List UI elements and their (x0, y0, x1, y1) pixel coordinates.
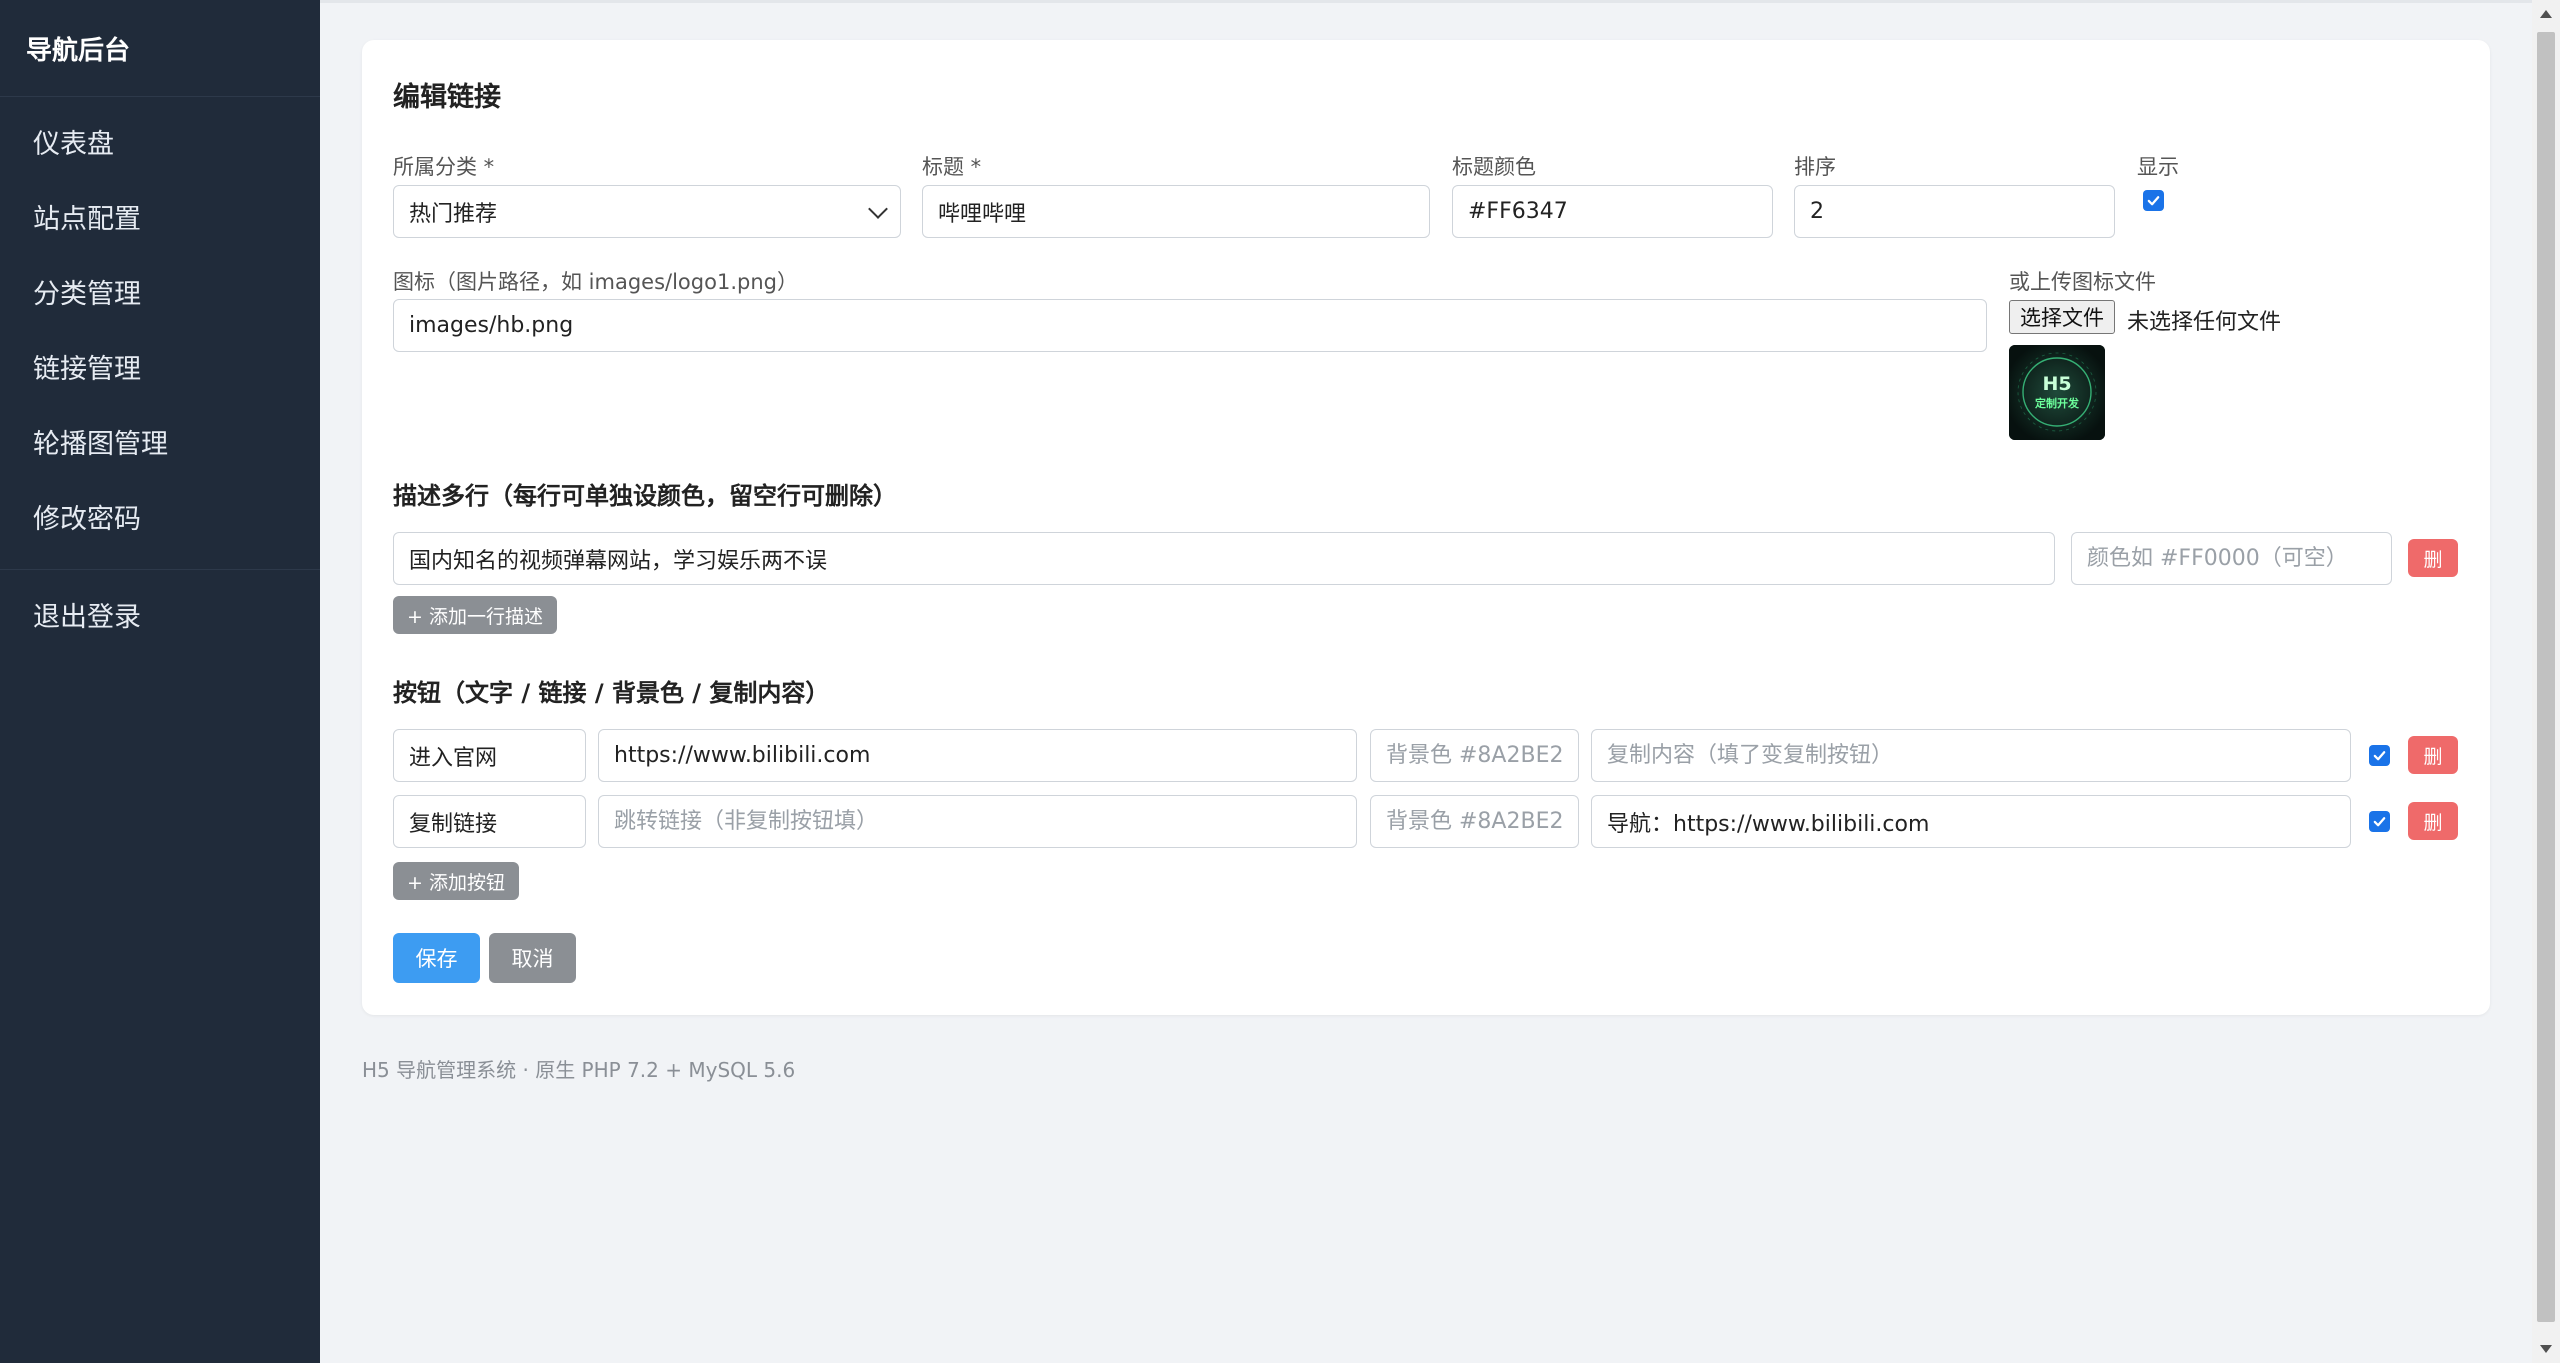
check-icon (2373, 751, 2386, 761)
page-title: 编辑链接 (393, 82, 501, 113)
button-text-input[interactable] (393, 795, 586, 848)
main-area: 编辑链接 所属分类 * 标题 * 标题颜色 排序 显示 热门推荐 图标（图片路径… (320, 0, 2532, 1363)
add-button-button[interactable]: + 添加按钮 (393, 862, 519, 900)
sort-input[interactable] (1794, 185, 2115, 238)
footer-text: H5 导航管理系统 · 原生 PHP 7.2 + MySQL 5.6 (362, 1058, 796, 1082)
chevron-down-icon (868, 198, 888, 219)
button-enabled-checkbox[interactable] (2369, 811, 2390, 832)
button-enabled-checkbox[interactable] (2369, 745, 2390, 766)
button-link-input[interactable] (598, 729, 1357, 782)
sidebar-item-dashboard[interactable]: 仪表盘 (0, 104, 320, 179)
check-icon (2373, 817, 2386, 827)
icon-label: 图标（图片路径，如 images/logo1.png） (393, 270, 798, 294)
sidebar-item-site-config[interactable]: 站点配置 (0, 179, 320, 254)
upload-label: 或上传图标文件 (2009, 270, 2156, 294)
sidebar-item-links[interactable]: 链接管理 (0, 329, 320, 404)
brand-title: 导航后台 (0, 0, 320, 97)
sidebar-item-category[interactable]: 分类管理 (0, 254, 320, 329)
logo-line1: H5 (2042, 373, 2071, 395)
check-icon (2147, 196, 2160, 206)
delete-button-row-button[interactable]: 删 (2408, 802, 2458, 840)
category-selected-value: 热门推荐 (409, 201, 498, 227)
button-text-input[interactable] (393, 729, 586, 782)
button-copy-content-input[interactable] (1591, 795, 2351, 848)
scroll-thumb[interactable] (2537, 32, 2555, 1322)
show-checkbox[interactable] (2143, 190, 2164, 211)
button-copy-content-input[interactable] (1591, 729, 2351, 782)
edit-link-card: 编辑链接 所属分类 * 标题 * 标题颜色 排序 显示 热门推荐 图标（图片路径… (362, 40, 2490, 1015)
vertical-scrollbar[interactable] (2532, 0, 2560, 1363)
button-link-input[interactable] (598, 795, 1357, 848)
sidebar: 导航后台 仪表盘 站点配置 分类管理 链接管理 轮播图管理 修改密码 退出登录 (0, 0, 320, 1363)
description-section-title: 描述多行（每行可单独设颜色，留空行可删除） (393, 482, 897, 510)
title-color-label: 标题颜色 (1452, 155, 1536, 179)
sidebar-item-password[interactable]: 修改密码 (0, 479, 320, 554)
buttons-section-title: 按钮（文字 / 链接 / 背景色 / 复制内容） (393, 679, 830, 707)
scroll-up-arrow-icon[interactable] (2540, 10, 2552, 18)
sidebar-divider (0, 569, 320, 570)
delete-button-row-button[interactable]: 删 (2408, 736, 2458, 774)
button-bg-color-input[interactable] (1370, 795, 1579, 848)
button-bg-color-input[interactable] (1370, 729, 1579, 782)
category-label: 所属分类 * (393, 155, 495, 179)
show-label: 显示 (2137, 155, 2179, 179)
sidebar-item-logout[interactable]: 退出登录 (0, 577, 320, 652)
sort-label: 排序 (1794, 155, 1836, 179)
file-status-text: 未选择任何文件 (2127, 310, 2282, 335)
choose-file-button[interactable]: 选择文件 (2009, 300, 2115, 334)
delete-description-button[interactable]: 删 (2408, 539, 2458, 577)
logo-line2: 定制开发 (2035, 396, 2080, 410)
description-color-input[interactable] (2071, 532, 2392, 585)
icon-preview-image: H5 定制开发 (2009, 345, 2105, 440)
description-text-input[interactable] (393, 532, 2055, 585)
category-select[interactable]: 热门推荐 (393, 185, 901, 238)
sidebar-item-carousel[interactable]: 轮播图管理 (0, 404, 320, 479)
title-label: 标题 * (922, 155, 982, 179)
scroll-down-arrow-icon[interactable] (2540, 1345, 2552, 1353)
add-description-button[interactable]: + 添加一行描述 (393, 596, 557, 634)
cancel-button[interactable]: 取消 (489, 933, 576, 983)
title-color-input[interactable] (1452, 185, 1773, 238)
h5-logo-icon: H5 定制开发 (2009, 345, 2105, 440)
title-input[interactable] (922, 185, 1430, 238)
save-button[interactable]: 保存 (393, 933, 480, 983)
icon-path-input[interactable] (393, 299, 1987, 352)
